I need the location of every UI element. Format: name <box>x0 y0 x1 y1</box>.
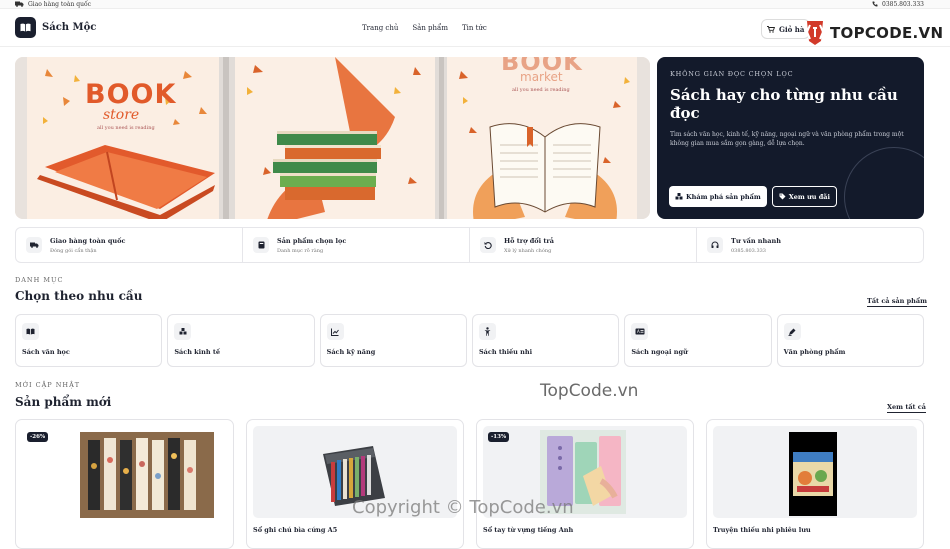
category-label: Sách kinh tế <box>174 348 221 356</box>
category-card-children[interactable]: Sách thiếu nhi <box>471 314 620 367</box>
feature-subtitle: Xử lý nhanh chóng <box>504 247 552 254</box>
language-icon: A <box>631 323 649 340</box>
headset-icon <box>707 237 723 253</box>
nav-item-products[interactable]: Sản phẩm <box>412 24 448 32</box>
feature-subtitle: Danh mục rõ ràng <box>277 247 324 254</box>
category-label: Sách ngoại ngữ <box>631 348 688 356</box>
feature-returns: Hỗ trợ đổi trả Xử lý nhanh chóng <box>470 228 697 262</box>
product-card[interactable]: -26% <box>15 419 234 549</box>
cart-label: Giỏ hà <box>779 24 805 34</box>
category-label: Sách thiếu nhi <box>478 348 533 356</box>
product-card[interactable]: -13% Sổ tay từ vựng tiếng Anh <box>476 419 694 549</box>
category-list: Sách văn học Sách kinh tế Sách kỹ năng S… <box>15 314 924 367</box>
features-bar: Giao hàng toàn quốc Đóng gói cẩn thận Sản… <box>15 227 924 263</box>
brand-logo[interactable]: Sách Mộc <box>15 17 96 38</box>
category-card-economics[interactable]: Sách kinh tế <box>167 314 315 367</box>
copyright-watermark: Copyright © TopCode.vn <box>352 497 574 518</box>
all-products-link[interactable]: Tất cả sản phẩm <box>867 297 927 307</box>
brand-name: Sách Mộc <box>42 22 97 33</box>
products-title: Sản phẩm mới <box>15 395 112 409</box>
feature-title: Tư vấn nhanh <box>731 236 781 245</box>
svg-text:A: A <box>637 329 640 334</box>
boxes-icon <box>675 193 683 200</box>
products-eyebrow: MỚI CẬP NHẬT <box>15 381 81 389</box>
hero-tagline-2: all you need is reading <box>512 87 570 93</box>
hotline-info[interactable]: 0385.803.333 <box>872 1 924 8</box>
category-label: Sách kỹ năng <box>326 348 376 356</box>
product-name[interactable]: Sổ ghi chú bìa cứng A5 <box>253 526 457 534</box>
promo-title: Sách hay cho từng nhu cầu đọc <box>670 86 898 122</box>
center-watermark: TopCode.vn <box>540 381 639 401</box>
feature-title: Sản phẩm chọn lọc <box>277 236 347 245</box>
feature-title: Giao hàng toàn quốc <box>50 236 126 245</box>
topcode-watermark-logo: TOPCODE.VN <box>802 19 943 46</box>
decorative-circle <box>844 147 924 219</box>
category-card-literature[interactable]: Sách văn học <box>15 314 163 367</box>
product-name[interactable]: Sổ tay từ vựng tiếng Anh <box>483 526 687 534</box>
book-logo-icon <box>15 17 36 38</box>
feature-selected-products: Sản phẩm chọn lọc Danh mục rõ ràng <box>243 228 470 262</box>
feature-consult: Tư vấn nhanh 0385.803.333 <box>697 228 923 262</box>
nav-menu: Trang chủ Sản phẩm Tin tức <box>362 9 487 47</box>
category-card-skills[interactable]: Sách kỹ năng <box>319 314 467 367</box>
categories-eyebrow: DANH MỤC <box>15 276 64 284</box>
feature-subtitle: Đóng gói cẩn thận <box>50 247 97 254</box>
view-deals-button[interactable]: Xem ưu đãi <box>771 186 837 207</box>
nav-item-home[interactable]: Trang chủ <box>362 24 398 32</box>
kids-book-image <box>789 432 837 516</box>
bookmark-set-image <box>80 432 214 518</box>
product-list: -26% Sổ ghi chú bìa cứng A5 -13% Sổ tay … <box>15 419 924 549</box>
topcode-shield-icon <box>805 21 825 45</box>
open-book-icon <box>22 323 39 340</box>
hero-store-subtitle: store <box>103 107 140 123</box>
phone-icon <box>872 1 878 7</box>
category-card-languages[interactable]: A Sách ngoại ngữ <box>624 314 772 367</box>
product-image[interactable]: -26% <box>22 426 227 518</box>
watermark-brand-text: TOPCODE.VN <box>830 23 944 42</box>
category-label: Sách văn học <box>22 348 70 356</box>
promo-description: Tìm sách văn học, kinh tế, kỹ năng, ngoạ… <box>670 131 904 147</box>
hero-market-subtitle: market <box>520 70 563 84</box>
product-card[interactable]: Truyện thiếu nhi phiêu lưu <box>706 419 924 549</box>
view-deals-label: Xem ưu đãi <box>788 192 830 201</box>
product-image[interactable] <box>713 426 917 518</box>
discount-badge: -26% <box>27 432 49 442</box>
truck-icon <box>26 237 42 253</box>
tag-icon <box>779 193 786 200</box>
categories-title: Chọn theo nhu cầu <box>15 289 143 303</box>
boxes-icon <box>174 323 192 340</box>
view-all-link[interactable]: Xem tất cả <box>887 403 926 413</box>
hero-banner[interactable]: BOOK store all you need is reading BOOK … <box>15 57 650 219</box>
child-icon <box>478 323 496 340</box>
explore-products-label: Khám phá sản phẩm <box>686 192 761 201</box>
shipping-info: Giao hàng toàn quốc <box>15 1 91 8</box>
hero-book-store-title: BOOK <box>85 79 177 110</box>
promo-eyebrow: KHÔNG GIAN ĐỌC CHỌN LỌC <box>670 70 794 78</box>
cart-icon <box>767 25 775 33</box>
discount-badge: -13% <box>488 432 510 442</box>
product-name[interactable]: Truyện thiếu nhi phiêu lưu <box>713 526 917 534</box>
hero-tagline-1: all you need is reading <box>97 125 155 131</box>
truck-icon <box>15 1 24 7</box>
category-label: Văn phòng phẩm <box>783 348 846 356</box>
product-card[interactable]: Sổ ghi chú bìa cứng A5 <box>246 419 464 549</box>
undo-icon <box>480 237 496 253</box>
shipping-text: Giao hàng toàn quốc <box>28 0 91 8</box>
explore-products-button[interactable]: Khám phá sản phẩm <box>669 186 767 207</box>
feature-shipping: Giao hàng toàn quốc Đóng gói cẩn thận <box>16 228 243 262</box>
main-nav: Sách Mộc Trang chủ Sản phẩm Tin tức Giỏ … <box>0 9 950 47</box>
book-icon <box>253 237 269 253</box>
promo-panel: KHÔNG GIAN ĐỌC CHỌN LỌC Sách hay cho từn… <box>657 57 924 219</box>
top-bar: Giao hàng toàn quốc 0385.803.333 <box>0 0 950 9</box>
category-card-stationery[interactable]: Văn phòng phẩm <box>776 314 924 367</box>
pen-icon <box>783 323 801 340</box>
hotline-text: 0385.803.333 <box>882 0 924 8</box>
chart-icon <box>326 323 344 340</box>
feature-title: Hỗ trợ đổi trả <box>504 236 555 245</box>
nav-item-news[interactable]: Tin tức <box>462 24 487 32</box>
feature-subtitle: 0385.803.333 <box>731 247 766 254</box>
